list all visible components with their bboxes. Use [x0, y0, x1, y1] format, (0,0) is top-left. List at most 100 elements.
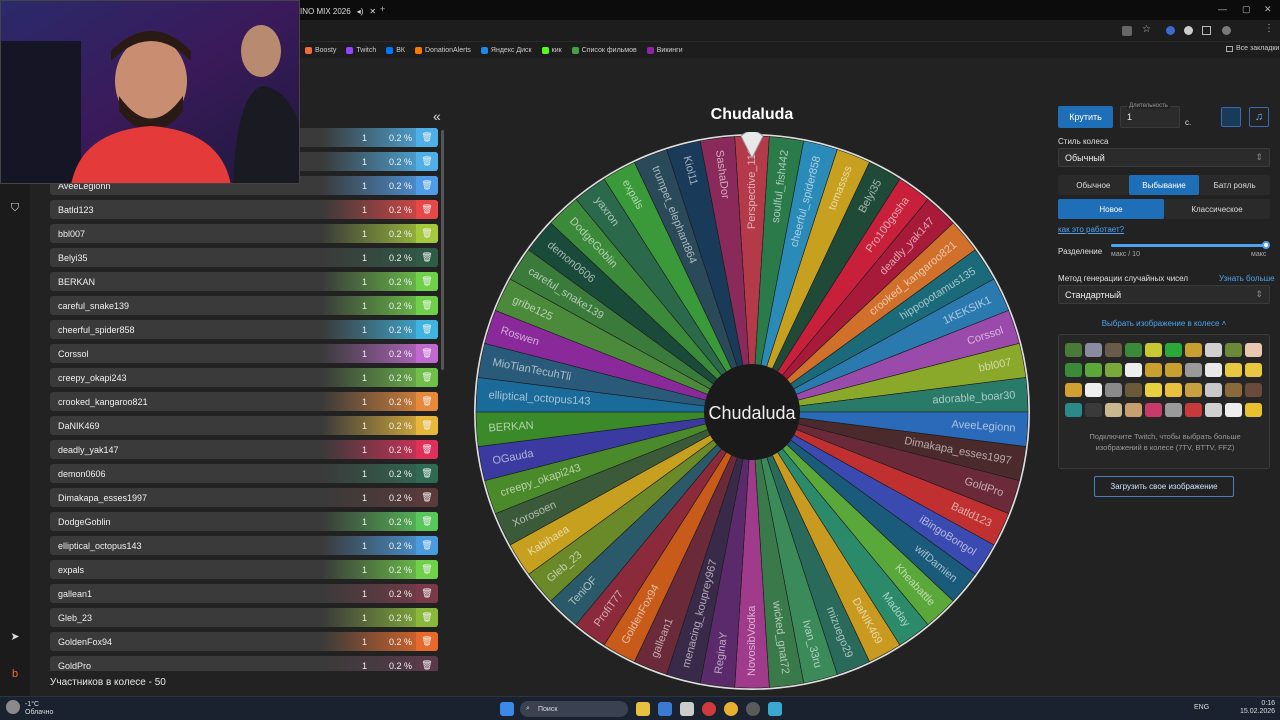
star-icon[interactable]: ☆ — [1142, 24, 1151, 35]
bookmark-item[interactable]: Twitch — [346, 46, 376, 54]
trash-icon[interactable]: 🗑 — [416, 248, 438, 267]
close-window-icon[interactable]: ✕ — [1264, 4, 1272, 15]
menu-icon[interactable]: ⋮ — [1264, 23, 1274, 34]
telegram-icon[interactable]: ➤ — [8, 630, 22, 644]
app-icon[interactable] — [768, 702, 782, 716]
emote-option[interactable] — [1065, 343, 1082, 357]
list-item[interactable]: cheerful_spider858 1 0.2 % 🗑 — [50, 320, 438, 339]
trash-icon[interactable]: 🗑 — [416, 656, 438, 671]
bookmark-item[interactable]: Список фильмов — [571, 46, 637, 54]
split-slider[interactable] — [1111, 241, 1270, 249]
emote-option[interactable] — [1085, 403, 1102, 417]
trash-icon[interactable]: 🗑 — [416, 464, 438, 483]
list-item[interactable]: DodgeGoblin 1 0.2 % 🗑 — [50, 512, 438, 531]
list-item[interactable]: demon0606 1 0.2 % 🗑 — [50, 464, 438, 483]
list-item[interactable]: deadly_yak147 1 0.2 % 🗑 — [50, 440, 438, 459]
emote-option[interactable] — [1165, 363, 1182, 377]
list-item[interactable]: crooked_kangaroo821 1 0.2 % 🗑 — [50, 392, 438, 411]
trash-icon[interactable]: 🗑 — [416, 608, 438, 627]
trash-icon[interactable]: 🗑 — [416, 200, 438, 219]
list-item[interactable]: Belyi35 1 0.2 % 🗑 — [50, 248, 438, 267]
item-count[interactable]: 1 — [362, 253, 367, 263]
item-count[interactable]: 1 — [362, 349, 367, 359]
bookmark-item[interactable]: Boosty — [305, 46, 336, 54]
trash-icon[interactable]: 🗑 — [416, 128, 438, 147]
list-item[interactable]: GoldenFox94 1 0.2 % 🗑 — [50, 632, 438, 651]
item-count[interactable]: 1 — [362, 157, 367, 167]
rng-select[interactable]: Стандартный ⇕ — [1058, 285, 1270, 304]
emote-option[interactable] — [1225, 403, 1242, 417]
emote-option[interactable] — [1205, 403, 1222, 417]
emote-option[interactable] — [1205, 363, 1222, 377]
emote-option[interactable] — [1165, 403, 1182, 417]
trash-icon[interactable]: 🗑 — [416, 536, 438, 555]
item-count[interactable]: 1 — [362, 181, 367, 191]
item-count[interactable]: 1 — [362, 613, 367, 623]
list-item[interactable]: Dimakapa_esses1997 1 0.2 % 🗑 — [50, 488, 438, 507]
emote-option[interactable] — [1165, 343, 1182, 357]
bookmark-item[interactable]: кик — [541, 46, 562, 54]
emote-option[interactable] — [1065, 383, 1082, 397]
clock[interactable]: 0:16 15.02.2026 — [1240, 700, 1275, 716]
collapse-list-button[interactable]: « — [433, 108, 441, 124]
emote-option[interactable] — [1105, 383, 1122, 397]
app-icon[interactable] — [658, 702, 672, 716]
tab-sub-mode-1[interactable]: Классическое — [1164, 199, 1270, 219]
spin-button[interactable]: Крутить — [1058, 106, 1113, 128]
file-explorer-icon[interactable] — [636, 702, 650, 716]
extension-icon[interactable] — [1166, 26, 1175, 35]
item-count[interactable]: 1 — [362, 397, 367, 407]
item-count[interactable]: 1 — [362, 541, 367, 551]
emote-option[interactable] — [1145, 363, 1162, 377]
tab-sub-mode-0[interactable]: Новое — [1058, 199, 1164, 219]
emote-option[interactable] — [1185, 343, 1202, 357]
all-bookmarks[interactable]: Все закладки — [1226, 45, 1279, 52]
emote-option[interactable] — [1145, 403, 1162, 417]
bookmark-item[interactable]: ВК — [386, 46, 405, 54]
trash-icon[interactable]: 🗑 — [416, 584, 438, 603]
trash-icon[interactable]: 🗑 — [416, 512, 438, 531]
bookmark-item[interactable]: Яндекс Диск — [480, 46, 532, 54]
item-count[interactable]: 1 — [362, 661, 367, 671]
trash-icon[interactable]: 🗑 — [416, 272, 438, 291]
list-item[interactable]: GoldPro 1 0.2 % 🗑 — [50, 656, 438, 671]
taskbar-search[interactable]: ⌕ Поиск — [520, 701, 628, 717]
emote-option[interactable] — [1105, 403, 1122, 417]
emote-option[interactable] — [1085, 343, 1102, 357]
list-item[interactable]: BERKAN 1 0.2 % 🗑 — [50, 272, 438, 291]
item-count[interactable]: 1 — [362, 229, 367, 239]
emote-option[interactable] — [1125, 363, 1142, 377]
dice-icon[interactable] — [1221, 107, 1241, 127]
item-count[interactable]: 1 — [362, 301, 367, 311]
boosty-icon[interactable]: b — [8, 668, 22, 682]
trash-icon[interactable]: 🗑 — [416, 440, 438, 459]
emote-option[interactable] — [1105, 363, 1122, 377]
emote-option[interactable] — [1145, 383, 1162, 397]
emote-option[interactable] — [1165, 383, 1182, 397]
item-count[interactable]: 1 — [362, 589, 367, 599]
item-count[interactable]: 1 — [362, 421, 367, 431]
list-item[interactable]: elliptical_octopus143 1 0.2 % 🗑 — [50, 536, 438, 555]
trash-icon[interactable]: 🗑 — [416, 632, 438, 651]
trash-icon[interactable]: 🗑 — [416, 368, 438, 387]
item-count[interactable]: 1 — [362, 133, 367, 143]
chrome-icon[interactable] — [724, 702, 738, 716]
trash-icon[interactable]: 🗑 — [416, 416, 438, 435]
duration-field[interactable]: Длительность 1 — [1120, 103, 1180, 128]
list-item[interactable]: Batld123 1 0.2 % 🗑 — [50, 200, 438, 219]
split-slider-thumb[interactable] — [1262, 241, 1270, 249]
new-tab-icon[interactable]: + — [380, 4, 385, 14]
trash-icon[interactable]: 🗑 — [416, 344, 438, 363]
weather-widget[interactable]: -1°C Облачно — [25, 701, 53, 717]
emote-option[interactable] — [1125, 343, 1142, 357]
item-count[interactable]: 1 — [362, 565, 367, 575]
emote-option[interactable] — [1205, 343, 1222, 357]
item-count[interactable]: 1 — [362, 205, 367, 215]
emote-option[interactable] — [1105, 343, 1122, 357]
emote-option[interactable] — [1145, 343, 1162, 357]
emote-option[interactable] — [1085, 363, 1102, 377]
start-icon[interactable] — [500, 702, 514, 716]
emote-option[interactable] — [1245, 343, 1262, 357]
audio-icon[interactable]: ◂) — [357, 7, 364, 16]
emote-option[interactable] — [1205, 383, 1222, 397]
